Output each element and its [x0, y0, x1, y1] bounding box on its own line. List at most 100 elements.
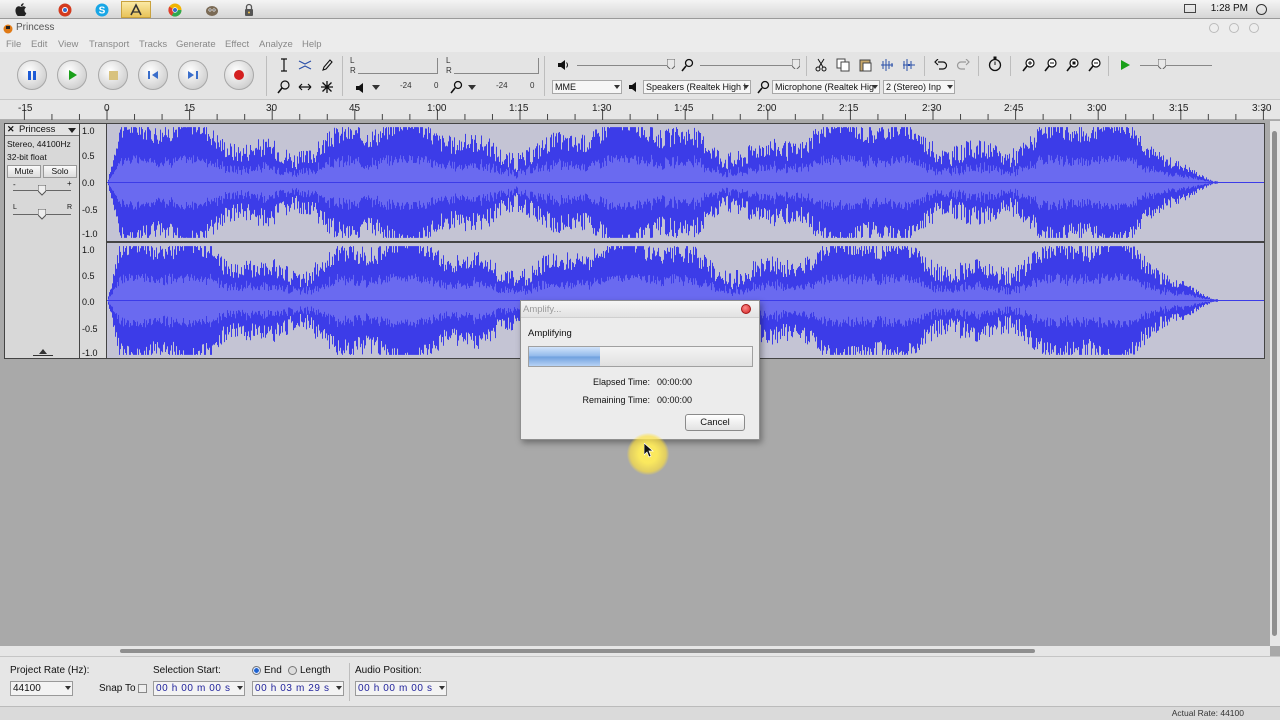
multi-tool-icon[interactable] — [318, 78, 336, 96]
pan-slider-knob[interactable] — [38, 209, 46, 220]
maximize-icon[interactable] — [1229, 23, 1239, 33]
play-speed-slider[interactable] — [1140, 65, 1212, 66]
record-meter-dropdown-icon[interactable] — [468, 85, 476, 90]
input-volume-knob[interactable] — [792, 59, 800, 69]
zoom-out-icon[interactable] — [1042, 56, 1060, 74]
input-device-select[interactable]: Microphone (Realtek Hig — [772, 80, 880, 94]
selection-tool-icon[interactable] — [275, 56, 293, 74]
menu-tracks[interactable]: Tracks — [139, 39, 167, 50]
envelope-tool-icon[interactable] — [296, 56, 314, 74]
menu-effect[interactable]: Effect — [225, 39, 249, 50]
zoom-tool-icon[interactable] — [275, 78, 293, 96]
vertical-scrollbar[interactable] — [1270, 121, 1280, 646]
timeline-label: -15 — [18, 103, 33, 114]
track-format: Stereo, 44100Hz — [7, 139, 71, 149]
lock-icon[interactable] — [234, 1, 264, 18]
undo-icon[interactable] — [932, 56, 950, 74]
play-meter-dropdown-icon[interactable] — [372, 85, 380, 90]
fit-selection-icon[interactable] — [1064, 56, 1082, 74]
audio-position-field[interactable]: 00 h 00 m 00 s — [355, 681, 447, 696]
dialog-close-icon[interactable] — [741, 304, 751, 314]
menu-view[interactable]: View — [58, 39, 78, 50]
sync-lock-icon[interactable] — [986, 55, 1004, 73]
snap-to-checkbox[interactable] — [138, 684, 147, 693]
waveform-left-channel[interactable] — [107, 124, 1264, 241]
skip-to-end-button[interactable] — [178, 60, 208, 90]
amplitude-ruler: 1.0 0.5 0.0 -0.5 -1.0 1.0 0.5 0.0 -0.5 -… — [80, 123, 106, 359]
output-volume-slider[interactable] — [577, 65, 672, 66]
ruler-label: -1.0 — [82, 229, 98, 239]
trim-icon[interactable] — [878, 56, 896, 74]
input-channels-select[interactable]: 2 (Stereo) Inp — [883, 80, 955, 94]
dialog-titlebar[interactable]: Amplify... — [521, 301, 759, 318]
speaker-meter-icon[interactable] — [352, 79, 370, 97]
project-rate-select[interactable]: 44100 — [10, 681, 73, 696]
minimize-icon[interactable] — [1209, 23, 1219, 33]
output-device-select[interactable]: Speakers (Realtek High I — [643, 80, 751, 94]
mute-button[interactable]: Mute — [7, 165, 41, 178]
chrome-red-icon[interactable] — [50, 1, 80, 18]
skip-to-start-button[interactable] — [138, 60, 168, 90]
collapse-track-icon[interactable] — [39, 349, 47, 354]
vertical-scroll-thumb[interactable] — [1272, 131, 1277, 636]
apple-menu-icon[interactable] — [6, 1, 36, 18]
horizontal-scrollbar[interactable] — [0, 646, 1270, 656]
play-speed-knob[interactable] — [1158, 59, 1166, 69]
timeline-ruler[interactable]: -15 0 15 30 45 1:00 1:15 1:30 1:45 2:00 … — [0, 100, 1280, 120]
close-icon[interactable] — [1249, 23, 1259, 33]
track-name-bar[interactable]: ✕ Princess — [5, 124, 79, 136]
record-meter-l: L — [446, 56, 451, 65]
skype-icon[interactable]: S — [87, 1, 117, 18]
output-volume-knob[interactable] — [667, 59, 675, 69]
copy-icon[interactable] — [834, 56, 852, 74]
ruler-label: 0.5 — [82, 151, 95, 161]
track-close-icon[interactable]: ✕ — [7, 124, 15, 135]
app-icon — [3, 24, 13, 34]
timeline-label: 1:00 — [427, 103, 447, 114]
redo-icon[interactable] — [954, 56, 972, 74]
mouse-pointer-icon — [644, 443, 654, 458]
timeline-label: 1:45 — [674, 103, 694, 114]
audacity-icon[interactable] — [121, 1, 151, 18]
record-button[interactable] — [224, 60, 254, 90]
record-meter-tick: -24 — [496, 81, 508, 90]
menu-transport[interactable]: Transport — [89, 39, 129, 50]
fit-project-icon[interactable] — [1086, 56, 1104, 74]
zoom-in-icon[interactable] — [1020, 56, 1038, 74]
silence-icon[interactable] — [900, 56, 918, 74]
play-button[interactable] — [57, 60, 87, 90]
dialog-message: Amplifying — [528, 328, 572, 339]
timeline-label: 0 — [104, 103, 110, 114]
track-menu-dropdown-icon[interactable] — [68, 128, 76, 133]
gain-slider-knob[interactable] — [38, 185, 46, 196]
pause-button[interactable] — [17, 60, 47, 90]
menu-file[interactable]: File — [6, 39, 21, 50]
paste-icon[interactable] — [856, 56, 874, 74]
selection-end-field[interactable]: 00 h 03 m 29 s — [252, 681, 344, 696]
microphone-meter-icon[interactable] — [447, 78, 465, 96]
end-radio[interactable] — [252, 666, 261, 675]
solo-button[interactable]: Solo — [43, 165, 77, 178]
menu-analyze[interactable]: Analyze — [259, 39, 293, 50]
gimp-icon[interactable] — [197, 1, 227, 18]
draw-tool-icon[interactable] — [318, 56, 336, 74]
menu-help[interactable]: Help — [302, 39, 322, 50]
menu-generate[interactable]: Generate — [176, 39, 216, 50]
selection-start-field[interactable]: 00 h 00 m 00 s — [153, 681, 245, 696]
chrome-icon[interactable] — [160, 1, 190, 18]
menu-edit[interactable]: Edit — [31, 39, 47, 50]
horizontal-scroll-thumb[interactable] — [120, 649, 1035, 653]
spotlight-icon[interactable] — [1256, 4, 1267, 15]
play-at-speed-icon[interactable] — [1116, 56, 1134, 74]
toolbar-separator — [349, 663, 350, 701]
selection-end-value: 00 h 03 m 29 s — [255, 683, 330, 694]
length-radio[interactable] — [288, 666, 297, 675]
cancel-button[interactable]: Cancel — [685, 414, 745, 431]
timeshift-tool-icon[interactable] — [296, 78, 314, 96]
ruler-label: -0.5 — [82, 324, 98, 334]
selection-toolbar: Project Rate (Hz): 44100 Snap To Selecti… — [0, 656, 1280, 706]
cut-icon[interactable] — [812, 56, 830, 74]
stop-button[interactable] — [98, 60, 128, 90]
audio-host-select[interactable]: MME — [552, 80, 622, 94]
input-volume-slider[interactable] — [700, 65, 800, 66]
